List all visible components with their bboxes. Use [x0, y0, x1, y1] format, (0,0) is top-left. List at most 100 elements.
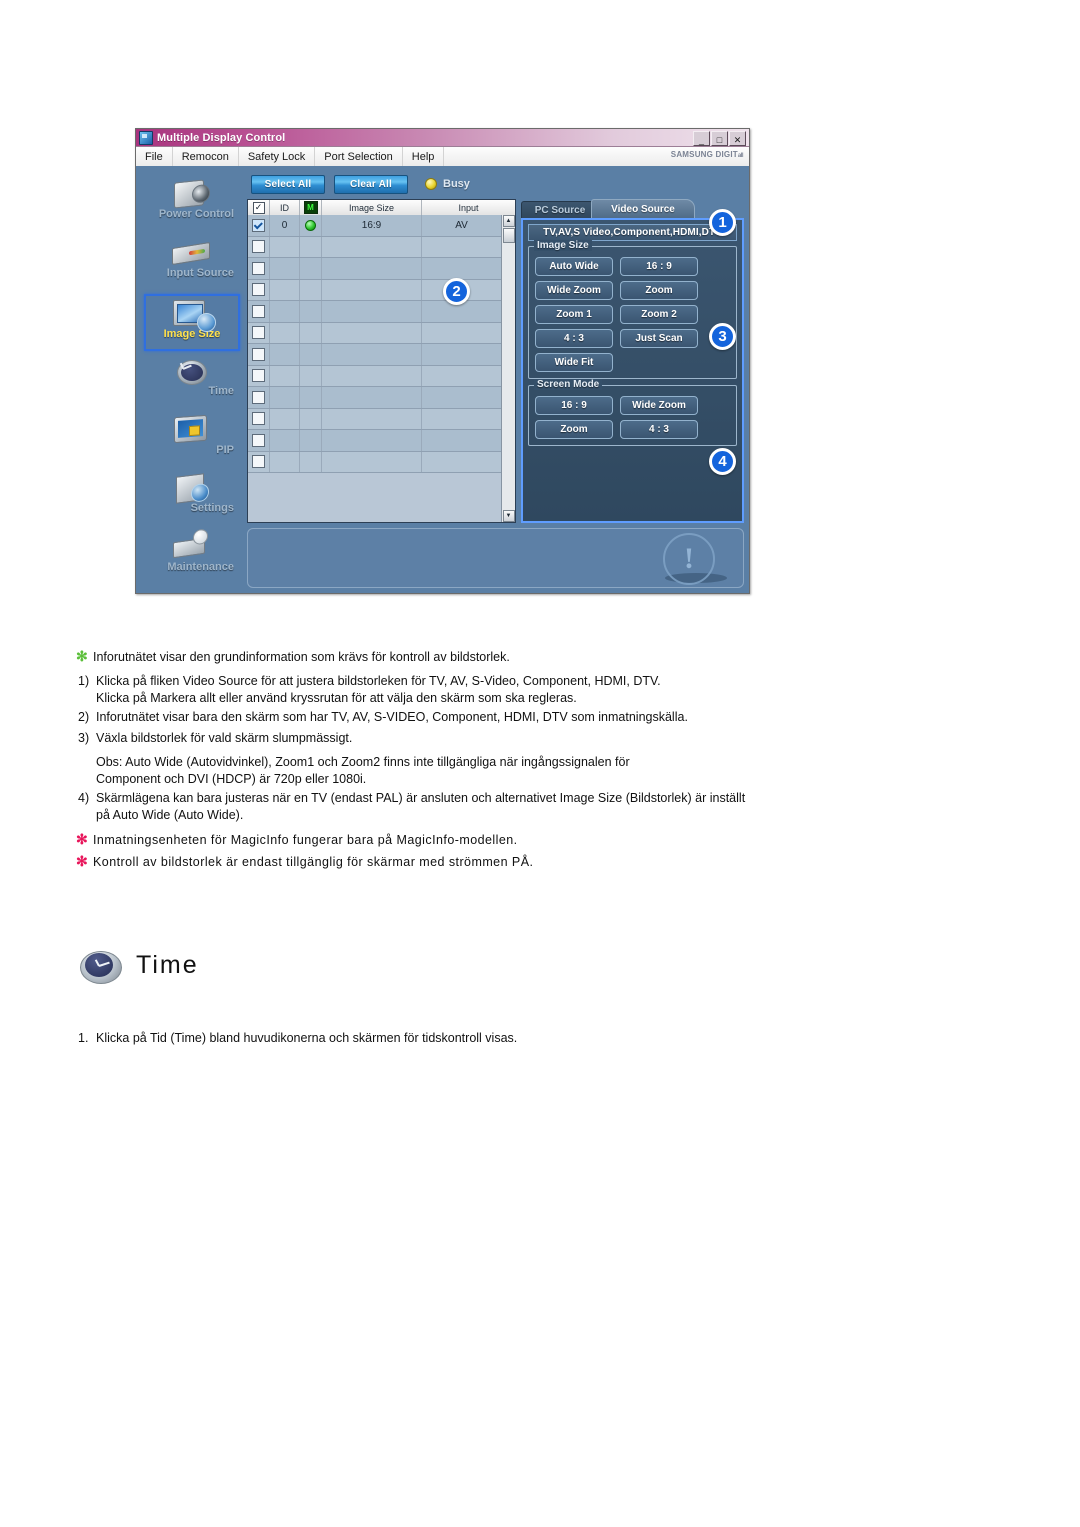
section-title: Time: [136, 950, 199, 979]
tab-pc-source[interactable]: PC Source: [521, 201, 599, 218]
sidebar-item-input-source[interactable]: Input Source: [144, 235, 240, 292]
table-header-row: ✓ ID M Image Size Input: [248, 200, 515, 215]
row-checkbox[interactable]: [252, 347, 265, 361]
list-item-4-line-1: Skärmlägena kan bara justeras när en TV …: [96, 791, 746, 805]
red-asterisk-icon: ✻: [76, 831, 88, 847]
scroll-up-button[interactable]: ▲: [502, 215, 515, 227]
list-item-2: 2) Inforutnätet visar bara den skärm som…: [78, 709, 958, 726]
scrollbar-thumb[interactable]: [502, 228, 515, 243]
row-checkbox-cell[interactable]: [248, 365, 270, 386]
row-checkbox[interactable]: [252, 455, 265, 469]
row-id: 0: [270, 215, 300, 236]
four-three-button[interactable]: 4 : 3: [535, 329, 613, 348]
table-row[interactable]: [248, 430, 501, 452]
menu-port-selection[interactable]: Port Selection: [315, 147, 403, 166]
row-checkbox-cell[interactable]: [248, 408, 270, 429]
table-row[interactable]: [248, 258, 501, 280]
table-row[interactable]: [248, 451, 501, 473]
row-id: [270, 430, 300, 451]
row-checkbox-cell[interactable]: [248, 258, 270, 279]
row-checkbox-cell[interactable]: [248, 301, 270, 322]
row-id: [270, 344, 300, 365]
row-power-cell: [300, 344, 322, 365]
row-checkbox[interactable]: [252, 283, 265, 297]
power-column-icon: M: [303, 201, 318, 214]
just-scan-button[interactable]: Just Scan: [620, 329, 698, 348]
row-id: [270, 301, 300, 322]
table-scrollbar[interactable]: ▲ ▼: [501, 215, 515, 522]
row-checkbox[interactable]: [252, 433, 265, 447]
sidebar-item-settings[interactable]: Settings: [144, 470, 240, 527]
zoom2-button[interactable]: Zoom 2: [620, 305, 698, 324]
row-input: AV: [455, 219, 468, 231]
row-image-size: [322, 408, 422, 429]
row-checkbox-cell[interactable]: [248, 215, 270, 236]
row-checkbox[interactable]: [252, 304, 265, 318]
sidebar-item-time[interactable]: Time: [144, 353, 240, 410]
sixteen-nine-button[interactable]: 16 : 9: [620, 257, 698, 276]
row-checkbox[interactable]: [252, 412, 265, 426]
row-checkbox[interactable]: [252, 369, 265, 383]
row-checkbox[interactable]: [252, 218, 265, 232]
table-row[interactable]: [248, 322, 501, 344]
minimize-button[interactable]: _: [693, 131, 710, 146]
row-checkbox-cell[interactable]: [248, 236, 270, 257]
row-checkbox[interactable]: [252, 240, 265, 254]
select-all-checkbox[interactable]: ✓: [252, 201, 265, 214]
select-all-button[interactable]: Select All: [251, 174, 325, 194]
menu-safety-lock[interactable]: Safety Lock: [239, 147, 316, 166]
table-row[interactable]: [248, 408, 501, 430]
auto-wide-button[interactable]: Auto Wide: [535, 257, 613, 276]
row-checkbox-cell[interactable]: [248, 430, 270, 451]
row-checkbox[interactable]: [252, 326, 265, 340]
zoom-button[interactable]: Zoom: [620, 281, 698, 300]
menu-help[interactable]: Help: [403, 147, 445, 166]
tab-video-source[interactable]: Video Source: [591, 199, 695, 218]
callout-badge-4: 4: [709, 448, 736, 475]
row-checkbox-cell[interactable]: [248, 322, 270, 343]
sidebar-item-power-control[interactable]: Power Control: [144, 176, 240, 233]
busy-dot-icon: [425, 178, 437, 190]
screen-mode-sixteen-nine-button[interactable]: 16 : 9: [535, 396, 613, 415]
maximize-button[interactable]: □: [711, 131, 728, 146]
row-checkbox[interactable]: [252, 390, 265, 404]
table-row[interactable]: [248, 365, 501, 387]
sidebar-item-maintenance[interactable]: Maintenance: [144, 529, 240, 586]
table-row[interactable]: [248, 236, 501, 258]
close-button[interactable]: ✕: [729, 131, 746, 146]
screen-mode-wide-zoom-button[interactable]: Wide Zoom: [620, 396, 698, 415]
list-item-3-number: 3): [78, 731, 90, 745]
wide-fit-button[interactable]: Wide Fit: [535, 353, 613, 372]
row-checkbox-cell[interactable]: [248, 279, 270, 300]
toolbar: Select All Clear All Busy: [247, 172, 744, 196]
table-row[interactable]: 0 16:9 AV: [248, 215, 501, 237]
column-header-checkbox[interactable]: ✓: [248, 200, 270, 215]
pip-monitor-icon: [170, 412, 214, 450]
row-checkbox-cell[interactable]: [248, 387, 270, 408]
zoom1-button[interactable]: Zoom 1: [535, 305, 613, 324]
wide-zoom-button[interactable]: Wide Zoom: [535, 281, 613, 300]
row-power-cell: [300, 451, 322, 472]
section-step-1-number: 1.: [78, 1031, 89, 1045]
sidebar-item-pip[interactable]: PIP: [144, 412, 240, 469]
column-header-image-size: Image Size: [322, 200, 422, 215]
exclamation-mark-icon: !: [663, 533, 715, 585]
menu-file[interactable]: File: [136, 147, 173, 166]
screen-mode-four-three-button[interactable]: 4 : 3: [620, 420, 698, 439]
row-checkbox[interactable]: [252, 261, 265, 275]
row-image-size: [322, 344, 422, 365]
menu-remocon[interactable]: Remocon: [173, 147, 239, 166]
callout-badge-2: 2: [443, 278, 470, 305]
row-checkbox-cell[interactable]: [248, 344, 270, 365]
table-row[interactable]: [248, 301, 501, 323]
table-row[interactable]: [248, 387, 501, 409]
scroll-down-button[interactable]: ▼: [502, 510, 515, 522]
row-input: [422, 323, 501, 344]
clear-all-button[interactable]: Clear All: [334, 174, 408, 194]
row-power-cell: [300, 236, 322, 257]
sidebar-item-image-size[interactable]: Image Size: [144, 293, 240, 351]
note-text-2: Inmatningsenheten för MagicInfo fungerar…: [93, 833, 518, 847]
screen-mode-zoom-button[interactable]: Zoom: [535, 420, 613, 439]
table-row[interactable]: [248, 344, 501, 366]
row-checkbox-cell[interactable]: [248, 451, 270, 472]
